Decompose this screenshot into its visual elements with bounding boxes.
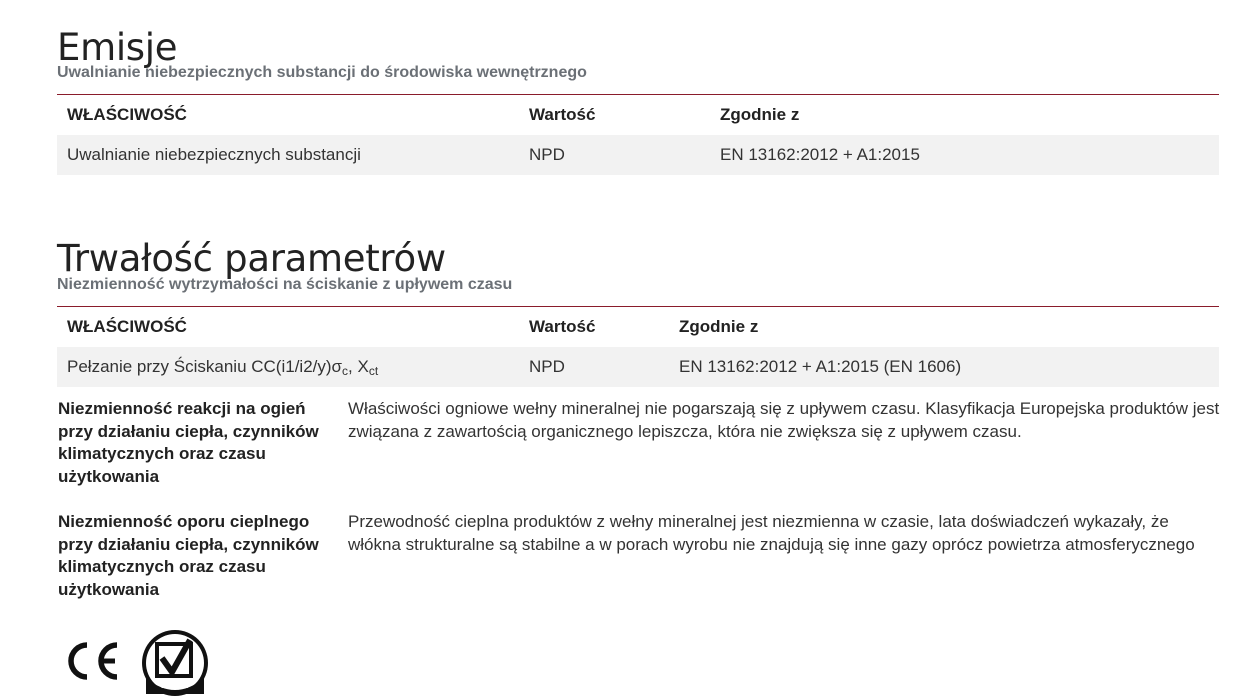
certification-logos: EUCEB: [63, 628, 213, 699]
definition-description: Przewodność cieplna produktów z wełny mi…: [348, 512, 1195, 554]
definition-description: Właściwości ogniowe wełny mineralnej nie…: [348, 399, 1220, 441]
definition-term: Niezmienność reakcji na ogień przy dział…: [58, 399, 319, 486]
property-text: Pełzanie przy Ściskaniu CC(i1/i2/y)σ: [67, 357, 343, 376]
euceb-checkmark-icon: EUCEB: [142, 630, 208, 696]
section-subtitle-trwalosc: Niezmienność wytrzymałości na ściskanie …: [57, 276, 513, 293]
cell-property: Pełzanie przy Ściskaniu CC(i1/i2/y)σc, X…: [67, 347, 378, 387]
column-header-property: WŁAŚCIWOŚĆ: [67, 317, 187, 336]
column-header-value: Wartość: [529, 105, 596, 124]
cell-property: Uwalnianie niebezpiecznych substancji: [67, 145, 361, 164]
column-header-property: WŁAŚCIWOŚĆ: [67, 105, 187, 124]
euceb-label: EUCEB: [161, 681, 189, 690]
cell-standard: EN 13162:2012 + A1:2015: [720, 145, 920, 164]
table-header-row: WŁAŚCIWOŚĆ Wartość Zgodnie z: [57, 307, 1219, 347]
cell-value: NPD: [529, 357, 565, 376]
section-subtitle-emisje: Uwalnianie niebezpiecznych substancji do…: [57, 64, 587, 81]
section-title-emisje: Emisje: [57, 25, 178, 69]
trwalosc-table: WŁAŚCIWOŚĆ Wartość Zgodnie z Pełzanie pr…: [57, 306, 1219, 387]
table-header-row: WŁAŚCIWOŚĆ Wartość Zgodnie z: [57, 95, 1219, 135]
section-title-trwalosc: Trwałość parametrów: [57, 236, 446, 280]
cell-standard: EN 13162:2012 + A1:2015 (EN 1606): [679, 357, 962, 376]
table-row: Uwalnianie niebezpiecznych substancji NP…: [57, 135, 1219, 175]
column-header-value: Wartość: [529, 317, 596, 336]
property-subscript-ct: ct: [368, 364, 379, 378]
cell-value: NPD: [529, 145, 565, 164]
ce-mark-icon: [68, 642, 118, 680]
column-header-standard: Zgodnie z: [679, 317, 759, 336]
table-row: Pełzanie przy Ściskaniu CC(i1/i2/y)σc, X…: [57, 347, 1219, 387]
emisje-table: WŁAŚCIWOŚĆ Wartość Zgodnie z Uwalnianie …: [57, 94, 1219, 175]
column-header-standard: Zgodnie z: [720, 105, 800, 124]
property-text-x: , X: [348, 357, 369, 376]
definition-term: Niezmienność oporu cieplnego przy działa…: [58, 512, 319, 599]
